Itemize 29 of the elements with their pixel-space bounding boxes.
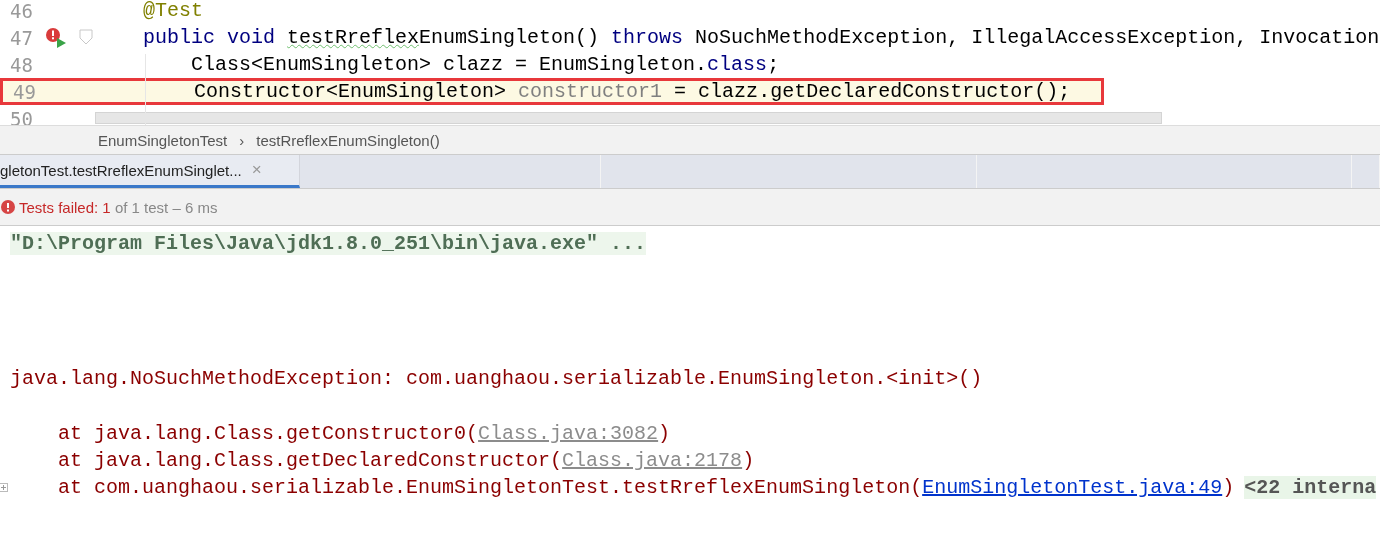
- stack-frame-text: ): [1222, 476, 1235, 499]
- stack-frame-text: at java.lang.Class.getConstructor0(: [58, 422, 479, 445]
- breadcrumb-item[interactable]: EnumSingletonTest: [98, 131, 228, 149]
- run-tab[interactable]: gletonTest.testRreflexEnumSinglet... ×: [0, 155, 300, 188]
- code-line: Class<EnumSingleton> clazz = EnumSingleton.class;: [190, 53, 780, 76]
- line-number: 50: [9, 107, 34, 125]
- source-link[interactable]: EnumSingletonTest.java:49: [922, 476, 1223, 499]
- fold-marker-icon[interactable]: [79, 29, 93, 45]
- line-number: 47: [9, 26, 34, 49]
- error-icon: [1, 200, 15, 214]
- folded-frames[interactable]: <22 interna: [1244, 476, 1377, 499]
- code-line: @Test: [142, 0, 204, 22]
- stack-frame-text: at com.uanghaou.serializable.EnumSingletonTest.testRreflexEnumSingleton(: [58, 476, 923, 499]
- line-number: 48: [9, 53, 34, 76]
- line-number: 46: [9, 0, 34, 22]
- breadcrumb-item[interactable]: testRreflexEnumSingleton(): [256, 131, 440, 149]
- exception-message: java.lang.NoSuchMethodException: com.uanghaou.serializable.EnumSingleton.<init>(): [10, 367, 983, 390]
- test-status-text: Tests failed: 1 of 1 test – 6 ms: [19, 198, 218, 216]
- code-line: public void testRreflexEnumSingleton() throws NoSuchMethodException, IllegalAccessException, Invocation: [142, 26, 1380, 49]
- breadcrumb-separator: ›: [239, 131, 245, 149]
- expand-icon[interactable]: [0, 483, 8, 492]
- test-failed-run-icon[interactable]: [44, 26, 68, 49]
- code-line: Constructor<EnumSingleton> constructor1 = clazz.getDeclaredConstructor();: [193, 80, 1071, 103]
- command-line-text: "D:\Program Files\Java\jdk1.8.0_251\bin\java.exe" ...: [10, 232, 647, 255]
- horizontal-scrollbar[interactable]: [95, 112, 1162, 124]
- line-number: 49: [12, 80, 37, 103]
- stack-frame-text: ): [658, 422, 671, 445]
- stack-frame-text: at java.lang.Class.getDeclaredConstructor(: [58, 449, 563, 472]
- stack-frame-text: ): [742, 449, 755, 472]
